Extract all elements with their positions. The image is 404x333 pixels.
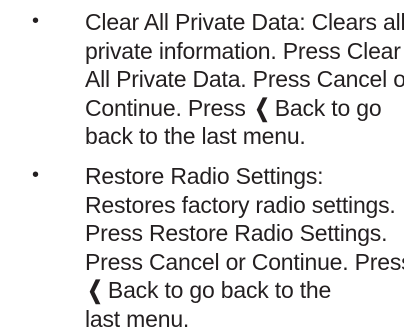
item-description: Clear All Private Data: Clears all priva… [85,8,404,151]
manual-page: • Clear All Private Data: Clears all pri… [0,0,404,312]
text-segment: Back to go back to the [108,277,331,303]
text-segment: Continue. Press [85,95,246,121]
text-line: back to the last menu. [85,122,404,151]
bullet-glyph: • [32,8,39,34]
back-chevron-icon: ❮ [87,279,102,303]
text-line: Continue. Press ❮Back to go [85,94,404,123]
text-line: Restore Radio Settings: [85,162,404,191]
text-line: All Private Data. Press Cancel or [85,65,404,94]
item-description: Restore Radio Settings: Restores factory… [85,162,404,333]
bullet-glyph: • [32,162,39,188]
text-line: Press Cancel or Continue. Press [85,248,404,277]
text-line: Clear All Private Data: Clears all [85,8,404,37]
back-chevron-icon: ❮ [254,97,269,121]
text-line: ❮Back to go back to the [85,276,404,305]
text-line: Press Restore Radio Settings. [85,219,404,248]
text-line: last menu. [85,305,404,333]
text-segment: Back to go [275,95,382,121]
text-line: private information. Press Clear [85,37,404,66]
text-line: Restores factory radio settings. [85,191,404,220]
